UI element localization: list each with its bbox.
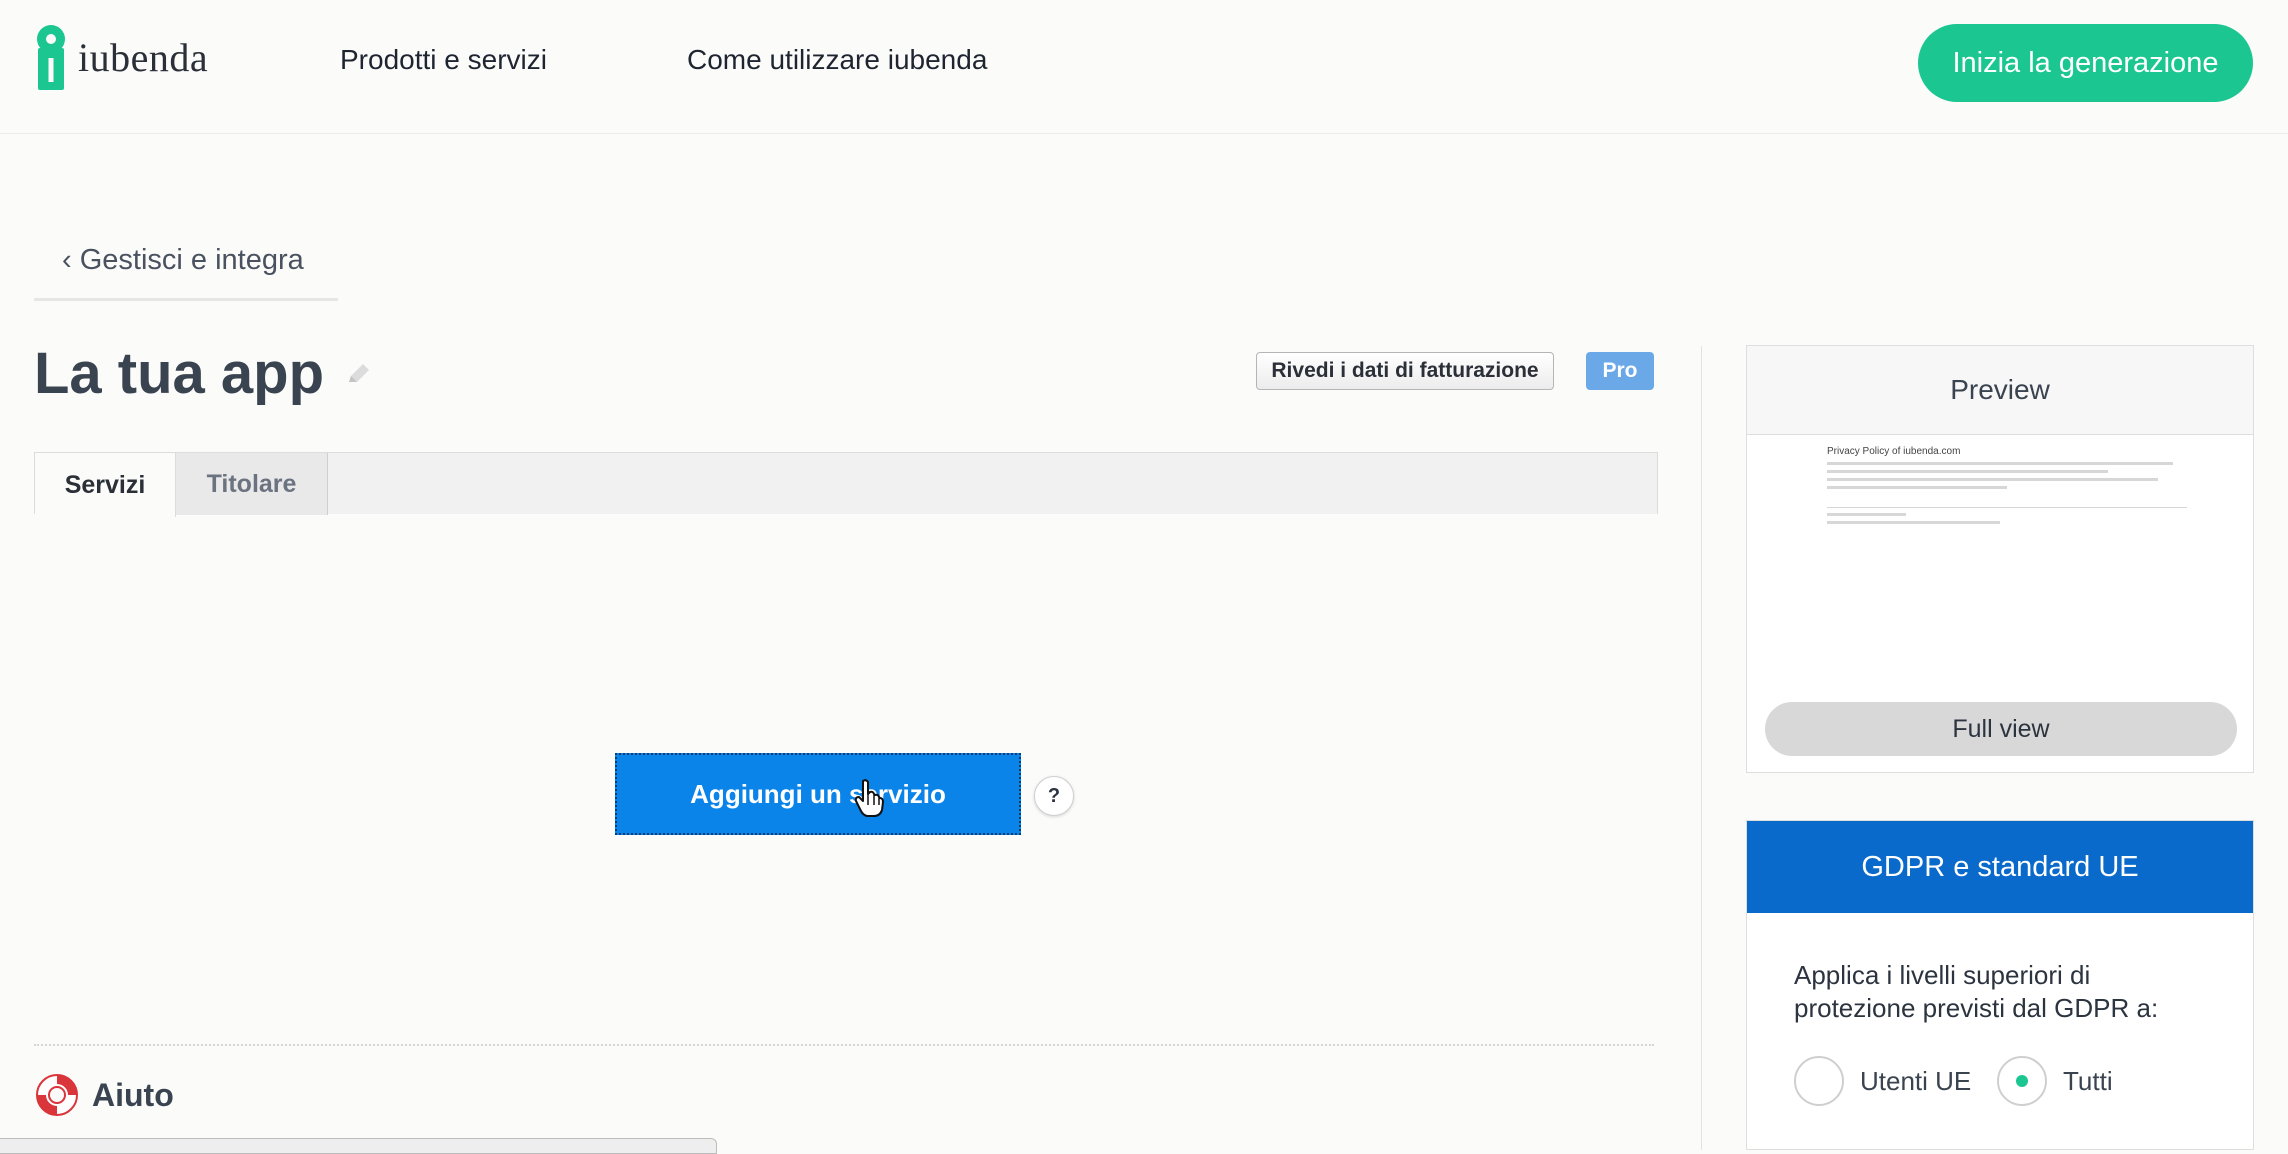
page-title: La tua app xyxy=(34,341,325,406)
privacy-policy-thumbnail[interactable]: Privacy Policy of iubenda.com xyxy=(1827,446,2187,556)
nav-how-to-use[interactable]: Come utilizzare iubenda xyxy=(687,44,987,76)
radio-eu-users[interactable] xyxy=(1794,1056,1844,1106)
radio-all[interactable] xyxy=(1997,1056,2047,1106)
start-generation-button[interactable]: Inizia la generazione xyxy=(1918,24,2253,102)
help-tooltip-button[interactable]: ? xyxy=(1034,776,1074,816)
preview-card: Preview Privacy Policy of iubenda.com Fu… xyxy=(1746,345,2254,773)
radio-label: Tutti xyxy=(2063,1065,2113,1096)
radio-option-eu-users[interactable]: Utenti UE xyxy=(1794,1056,1971,1106)
doc-line xyxy=(1827,478,2159,481)
top-header: iubenda Prodotti e servizi Come utilizza… xyxy=(0,0,2288,134)
logo-text: iubenda xyxy=(78,34,209,80)
pencil-icon[interactable] xyxy=(345,360,373,388)
radio-selected-dot xyxy=(2016,1075,2028,1087)
gdpr-card: GDPR e standard UE Applica i livelli sup… xyxy=(1746,820,2254,1150)
plan-badge: Pro xyxy=(1586,352,1654,390)
tab-servizi[interactable]: Servizi xyxy=(35,453,176,517)
back-link[interactable]: ‹ Gestisci e integra xyxy=(62,244,304,277)
preview-heading: Preview xyxy=(1747,346,2253,435)
nav-products-services[interactable]: Prodotti e servizi xyxy=(340,44,547,76)
help-section[interactable]: Aiuto xyxy=(34,1072,174,1118)
preview-doc-title: Privacy Policy of iubenda.com xyxy=(1827,446,1961,457)
doc-divider xyxy=(1827,507,2187,508)
tab-bar: Servizi Titolare xyxy=(34,452,1658,517)
review-billing-button[interactable]: Rivedi i dati di fatturazione xyxy=(1256,352,1554,390)
help-label: Aiuto xyxy=(92,1076,174,1113)
doc-line xyxy=(1827,486,2007,489)
tab-titolare[interactable]: Titolare xyxy=(176,453,328,515)
doc-line xyxy=(1827,470,2108,473)
doc-line xyxy=(1827,521,2000,524)
breadcrumb: ‹ Gestisci e integra xyxy=(34,242,338,301)
iubenda-logo[interactable]: iubenda xyxy=(34,22,208,92)
gdpr-heading: GDPR e standard UE xyxy=(1747,821,2253,913)
full-view-button[interactable]: Full view xyxy=(1765,702,2237,756)
lifebuoy-icon xyxy=(36,1074,78,1116)
doc-line xyxy=(1827,513,1907,516)
iubenda-keyhole-logo-icon xyxy=(37,25,65,90)
gdpr-description: Applica i livelli superiori di protezion… xyxy=(1794,960,2159,1023)
radio-option-all[interactable]: Tutti xyxy=(1997,1056,2113,1106)
column-separator xyxy=(1701,346,1702,1150)
radio-label: Utenti UE xyxy=(1860,1065,1972,1096)
section-divider xyxy=(34,1044,1654,1046)
hand-pointer-cursor-icon xyxy=(854,779,884,817)
doc-line xyxy=(1827,462,2173,465)
browser-status-bar xyxy=(0,1138,717,1154)
add-service-button[interactable]: Aggiungi un servizio xyxy=(615,753,1021,835)
